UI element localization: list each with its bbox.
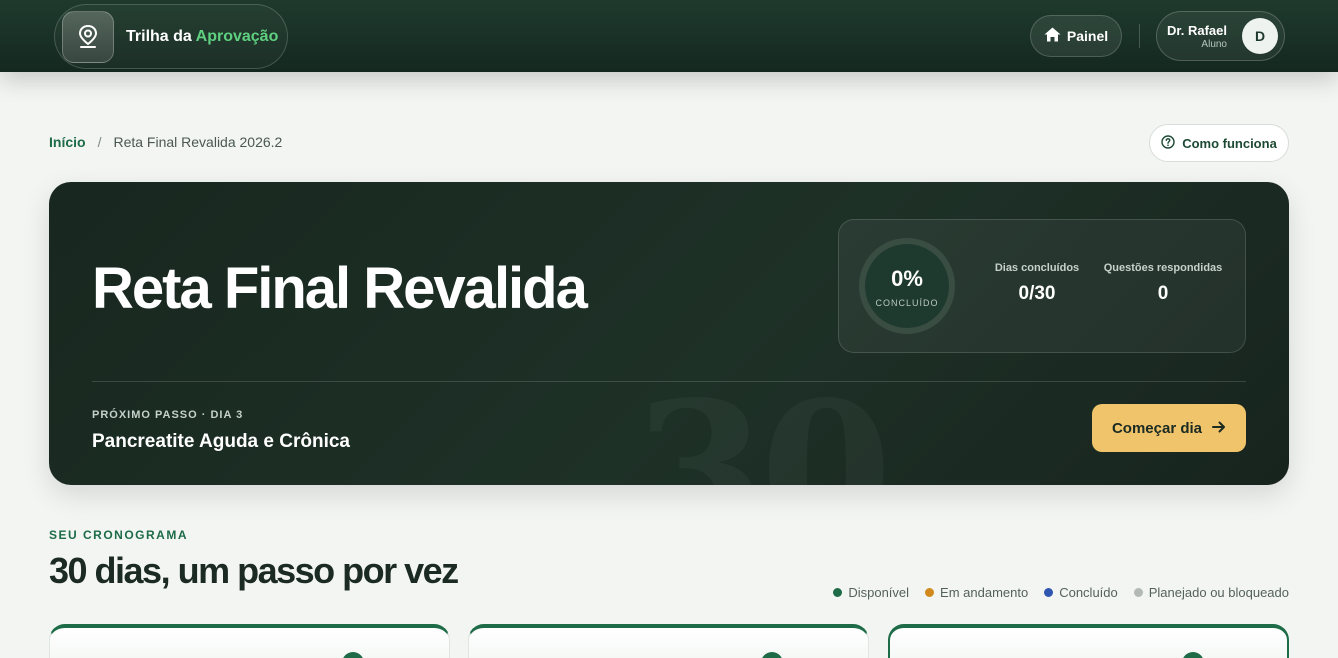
header-divider — [1139, 24, 1140, 48]
legend-label: Disponível — [848, 585, 910, 600]
day-card[interactable] — [468, 624, 869, 658]
next-step-label: PRÓXIMO PASSO · DIA 3 — [92, 409, 244, 421]
arrow-right-icon — [1212, 420, 1226, 437]
status-legend: Disponível Em andamento Concluído Planej… — [833, 585, 1289, 600]
legend-label: Concluído — [1059, 585, 1118, 600]
breadcrumb: Início / Reta Final Revalida 2026.2 — [49, 134, 282, 150]
progress-stats-panel: 0% CONCLUÍDO Dias concluídos 0/30 Questõ… — [838, 219, 1246, 353]
status-badge — [761, 652, 783, 658]
user-menu[interactable]: Dr. Rafael Aluno D — [1156, 11, 1285, 61]
legend-label: Em andamento — [940, 585, 1029, 600]
page-title: Reta Final Revalida — [92, 256, 588, 321]
stat-value: 0/30 — [1018, 283, 1056, 304]
legend-dot — [1044, 588, 1054, 597]
user-name: Dr. Rafael — [1167, 23, 1227, 38]
stat-label: Questões respondidas — [1103, 262, 1223, 274]
legend-dot — [1133, 588, 1143, 597]
legend-item-available: Disponível — [833, 585, 909, 600]
breadcrumb-home-link[interactable]: Início — [49, 134, 86, 150]
legend-item-in-progress: Em andamento — [925, 585, 1028, 600]
brand-accent: Aprovação — [195, 27, 279, 45]
day-card[interactable] — [49, 624, 450, 658]
next-step-title: Pancreatite Aguda e Crônica — [92, 431, 350, 452]
stat-questions-answered: Questões respondidas 0 — [1101, 262, 1225, 305]
hero-divider — [92, 381, 1246, 382]
map-pin-icon — [62, 10, 114, 63]
hero-watermark-number: 30 — [634, 377, 892, 486]
status-badge — [1182, 652, 1204, 658]
section-title: 30 dias, um passo por vez — [49, 550, 459, 591]
start-day-button[interactable]: Começar dia — [1092, 404, 1246, 452]
top-navbar: Trilha da Aprovação Painel Dr. Rafael Al… — [0, 0, 1338, 72]
stat-value: 0 — [1157, 283, 1169, 304]
home-icon — [1044, 27, 1061, 45]
brand-name: Trilha da Aprovação — [126, 28, 278, 46]
legend-item-completed: Concluído — [1044, 585, 1118, 600]
legend-dot — [925, 588, 935, 597]
hero-card: 30 Reta Final Revalida 0% CONCLUÍDO Dias… — [49, 182, 1289, 485]
breadcrumb-current: Reta Final Revalida 2026.2 — [113, 134, 283, 150]
brand-prefix: Trilha da — [126, 27, 192, 45]
stat-label: Dias concluídos — [994, 262, 1080, 274]
avatar[interactable]: D — [1242, 18, 1278, 54]
legend-label: Planejado ou bloqueado — [1148, 585, 1289, 600]
stat-days-completed: Dias concluídos 0/30 — [987, 262, 1087, 305]
painel-button[interactable]: Painel — [1030, 15, 1122, 57]
progress-label: CONCLUÍDO — [875, 298, 939, 308]
painel-label: Painel — [1066, 28, 1109, 44]
start-day-label: Começar dia — [1111, 419, 1203, 437]
how-it-works-button[interactable]: Como funciona — [1149, 124, 1289, 162]
breadcrumb-separator: / — [97, 134, 102, 150]
status-badge — [342, 652, 364, 658]
legend-item-locked: Planejado ou bloqueado — [1133, 585, 1289, 600]
progress-percent: 0% — [891, 266, 923, 291]
day-card[interactable] — [888, 624, 1289, 658]
how-it-works-label: Como funciona — [1182, 135, 1277, 151]
legend-dot — [833, 588, 843, 597]
brand-logo[interactable]: Trilha da Aprovação — [54, 4, 288, 69]
section-kicker: SEU CRONOGRAMA — [49, 528, 189, 542]
user-role: Aluno — [1201, 39, 1227, 50]
progress-ring: 0% CONCLUÍDO — [859, 238, 955, 334]
help-circle-icon — [1161, 134, 1175, 152]
